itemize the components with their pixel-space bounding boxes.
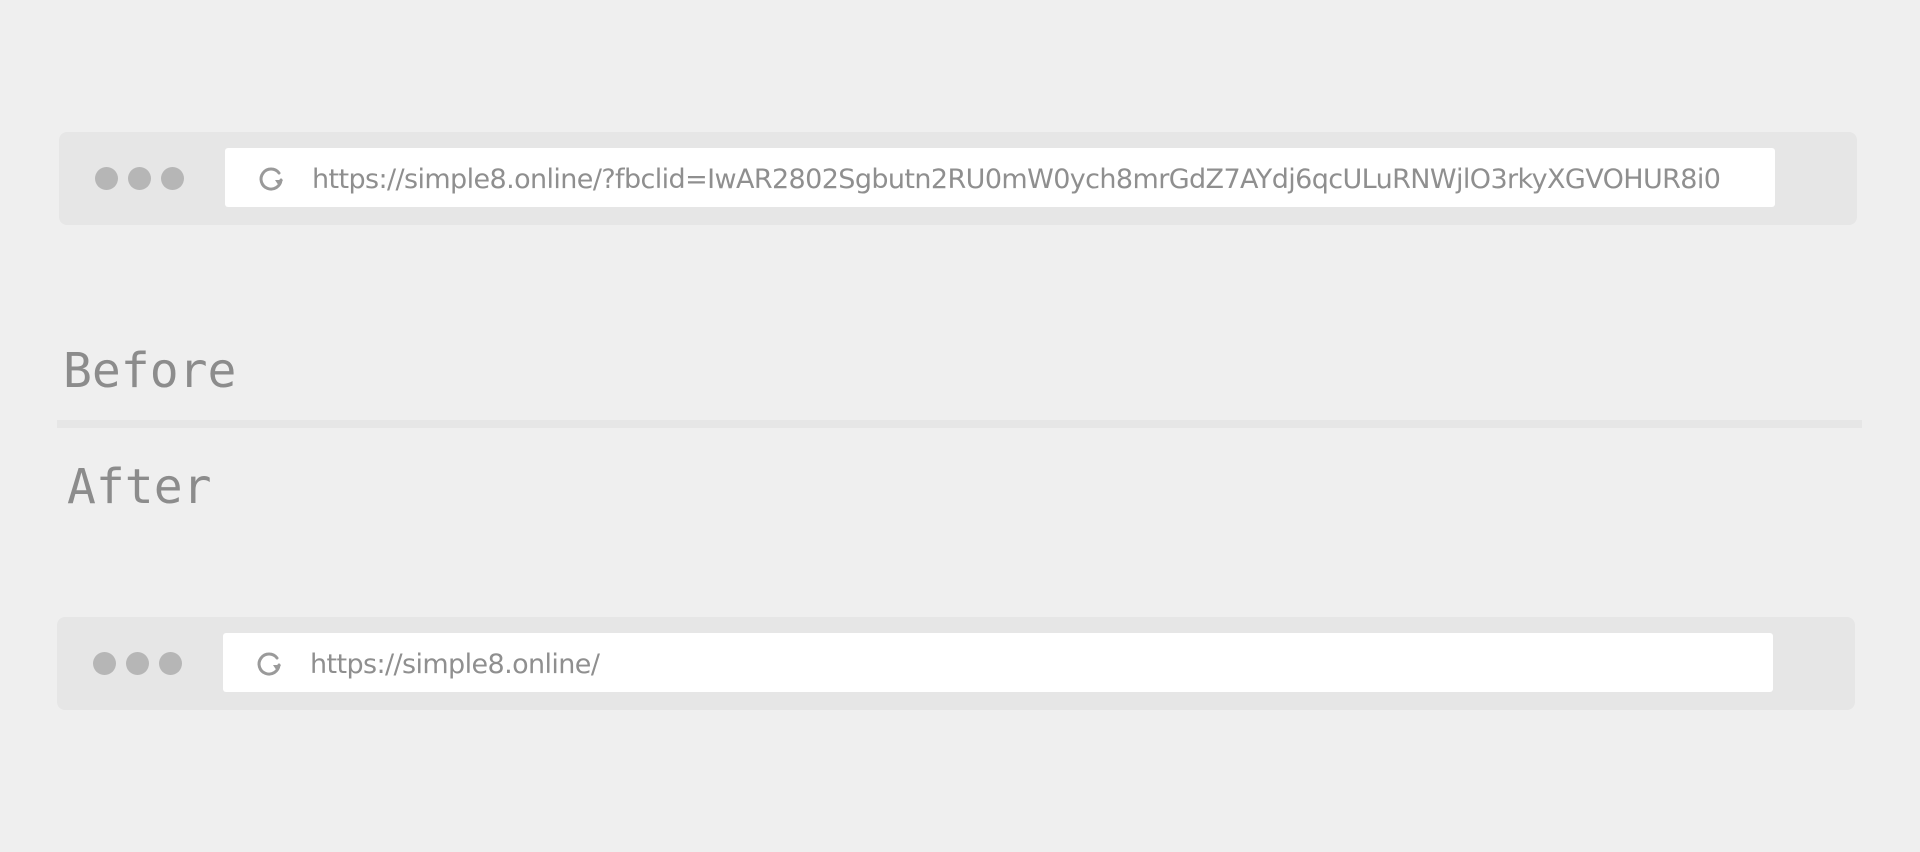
window-dot-icon[interactable] [95, 167, 118, 190]
divider [57, 420, 1862, 428]
window-controls [95, 167, 184, 190]
before-label: Before [63, 343, 237, 399]
window-controls [93, 652, 182, 675]
browser-bar-before: https://simple8.online/?fbclid=IwAR2802S… [59, 132, 1857, 225]
url-text[interactable]: https://simple8.online/?fbclid=IwAR2802S… [312, 148, 1721, 207]
window-dot-icon[interactable] [128, 167, 151, 190]
after-label: After [67, 459, 212, 515]
reload-icon[interactable] [257, 164, 285, 192]
reload-icon[interactable] [255, 649, 283, 677]
window-dot-icon[interactable] [126, 652, 149, 675]
browser-bar-after: https://simple8.online/ [57, 617, 1855, 710]
address-bar[interactable]: https://simple8.online/ [223, 633, 1773, 692]
window-dot-icon[interactable] [159, 652, 182, 675]
url-text[interactable]: https://simple8.online/ [310, 633, 600, 692]
address-bar[interactable]: https://simple8.online/?fbclid=IwAR2802S… [225, 148, 1775, 207]
window-dot-icon[interactable] [161, 167, 184, 190]
window-dot-icon[interactable] [93, 652, 116, 675]
